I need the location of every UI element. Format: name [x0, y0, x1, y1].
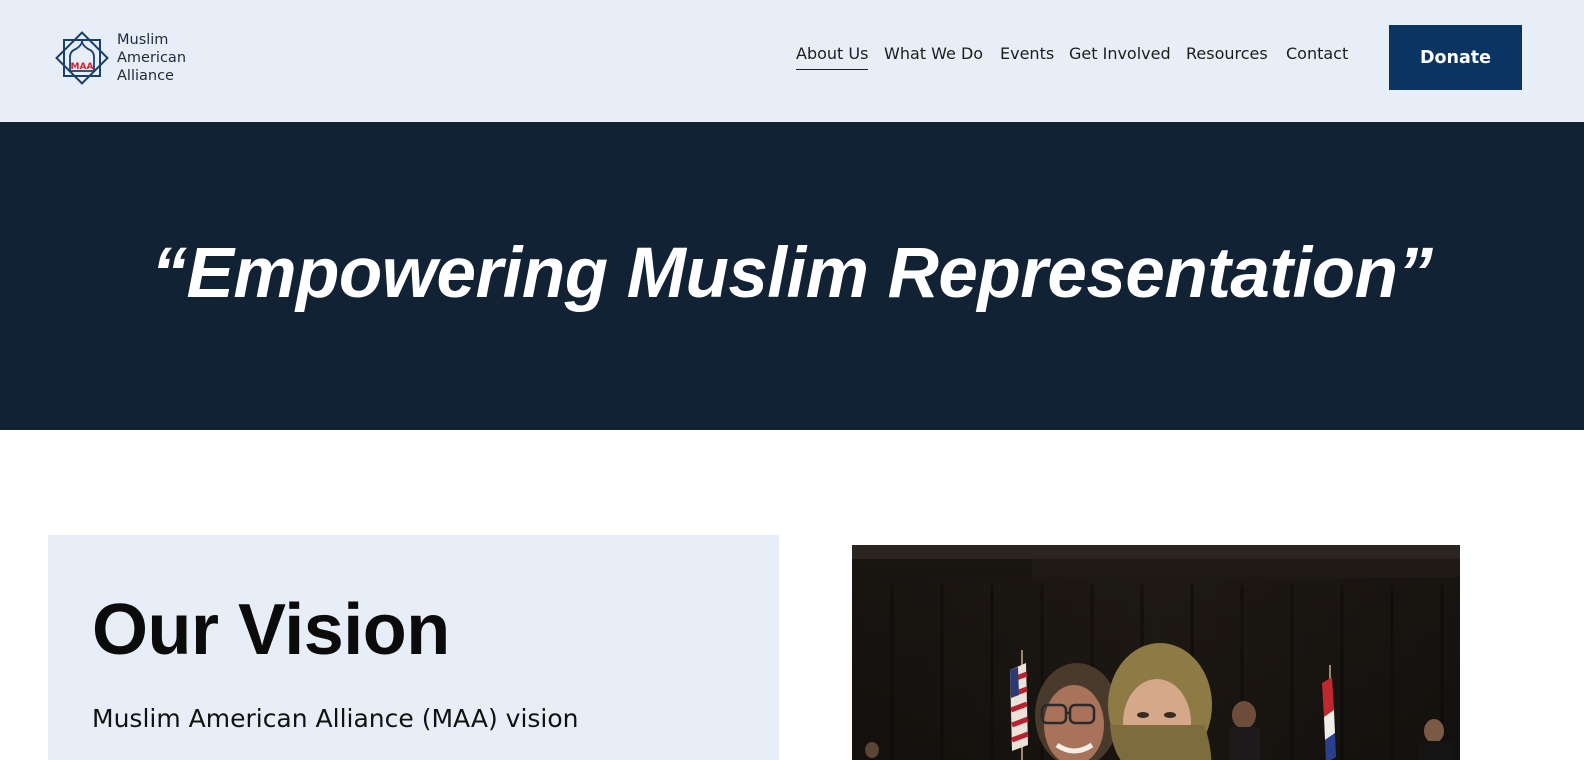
nav-events[interactable]: Events	[1000, 44, 1054, 69]
logo-line-2: American	[117, 50, 187, 66]
logo-line-3: Alliance	[117, 68, 174, 84]
maa-logo-mark-icon: MAA	[55, 31, 109, 85]
hero-quote: “Empowering Muslim Representation”	[151, 233, 1433, 313]
site-header: MAA Muslim American Alliance About Us Wh…	[0, 0, 1584, 122]
donate-button[interactable]: Donate	[1389, 25, 1522, 90]
logo-wordmark: Muslim American Alliance	[117, 31, 186, 85]
nav-resources[interactable]: Resources	[1186, 44, 1268, 69]
nav-contact[interactable]: Contact	[1286, 44, 1348, 69]
vision-title: Our Vision	[92, 590, 450, 670]
event-photo-image	[852, 545, 1460, 760]
logo-mark-text: MAA	[71, 62, 94, 72]
hero-banner: “Empowering Muslim Representation”	[0, 122, 1584, 430]
site-logo[interactable]: MAA Muslim American Alliance	[54, 29, 204, 89]
vision-text: Muslim American Alliance (MAA) vision	[92, 704, 579, 733]
vision-card: Our Vision Muslim American Alliance (MAA…	[48, 535, 779, 760]
nav-get-involved[interactable]: Get Involved	[1069, 44, 1171, 69]
nav-about-us[interactable]: About Us	[796, 44, 869, 70]
nav-what-we-do[interactable]: What We Do	[884, 44, 983, 69]
event-photo	[852, 545, 1460, 760]
logo-line-1: Muslim	[117, 32, 169, 48]
